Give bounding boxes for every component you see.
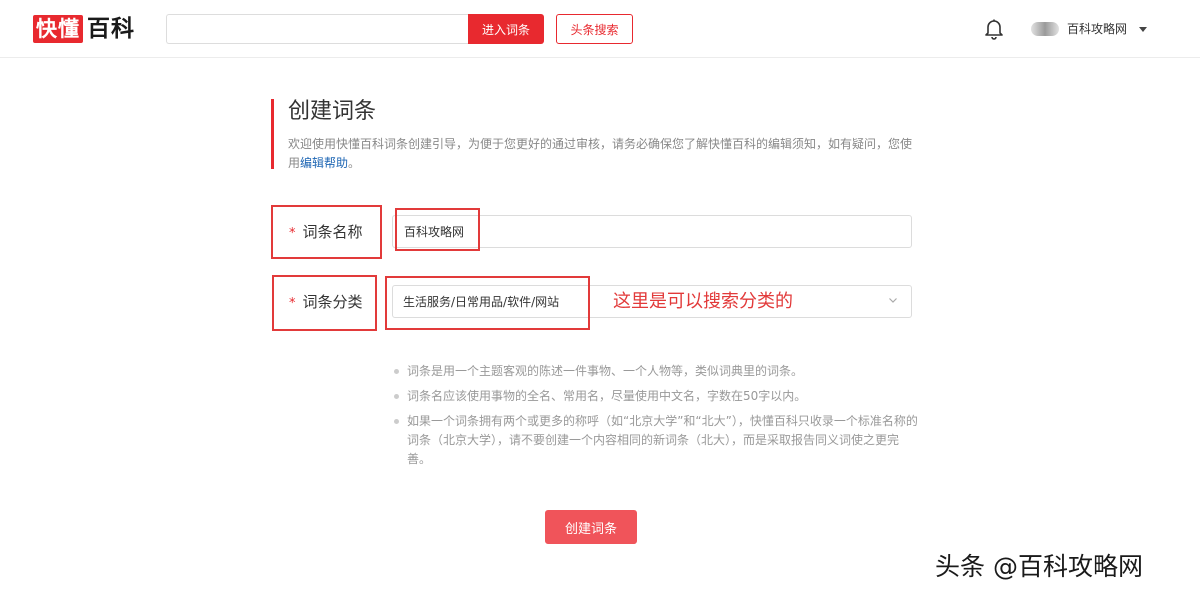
search-input[interactable] (166, 14, 469, 44)
toutiao-search-button[interactable]: 头条搜索 (556, 14, 633, 44)
page-title: 创建词条 (288, 99, 377, 124)
tip-item: 词条是用一个主题客观的陈述一件事物、一个人物等，类似词典里的词条。 (393, 362, 918, 381)
tips-list: 词条是用一个主题客观的陈述一件事物、一个人物等，类似词典里的词条。 词条名应该使… (393, 362, 918, 475)
intro-text-end: 。 (348, 156, 361, 170)
highlight-box-name-value (395, 208, 480, 251)
watermark: 头条 @百科攻略网 (935, 552, 1143, 581)
bell-icon[interactable] (984, 18, 1004, 40)
tip-item: 如果一个词条拥有两个或更多的称呼（如“北京大学”和“北大”），快懂百科只收录一个… (393, 412, 918, 469)
logo-black-text: 百科 (87, 16, 135, 42)
top-header: 快懂 百科 进入词条 头条搜索 百科攻略网 (0, 0, 1200, 58)
intro-text-body: 欢迎使用快懂百科词条创建引导，为便于您更好的通过审核，请务必确保您了解快懂百科的… (288, 137, 913, 170)
avatar[interactable] (1031, 22, 1059, 36)
site-logo[interactable]: 快懂 百科 (33, 15, 135, 43)
edit-help-link[interactable]: 编辑帮助 (300, 156, 348, 170)
create-entry-button[interactable]: 创建词条 (545, 510, 637, 544)
chevron-down-icon[interactable] (888, 295, 898, 305)
caret-down-icon[interactable] (1139, 27, 1147, 32)
highlight-box-name-label (271, 205, 382, 259)
username[interactable]: 百科攻略网 (1067, 21, 1127, 37)
highlight-box-category-value (385, 276, 590, 330)
tip-item: 词条名应该使用事物的全名、常用名，尽量使用中文名，字数在50字以内。 (393, 387, 918, 406)
annotation-text: 这里是可以搜索分类的 (613, 291, 793, 312)
enter-entry-button[interactable]: 进入词条 (468, 14, 544, 44)
logo-red-text: 快懂 (33, 15, 83, 43)
intro-text: 欢迎使用快懂百科词条创建引导，为便于您更好的通过审核，请务必确保您了解快懂百科的… (288, 135, 918, 173)
intro-accent-bar (271, 99, 274, 169)
highlight-box-category-label (272, 275, 377, 331)
